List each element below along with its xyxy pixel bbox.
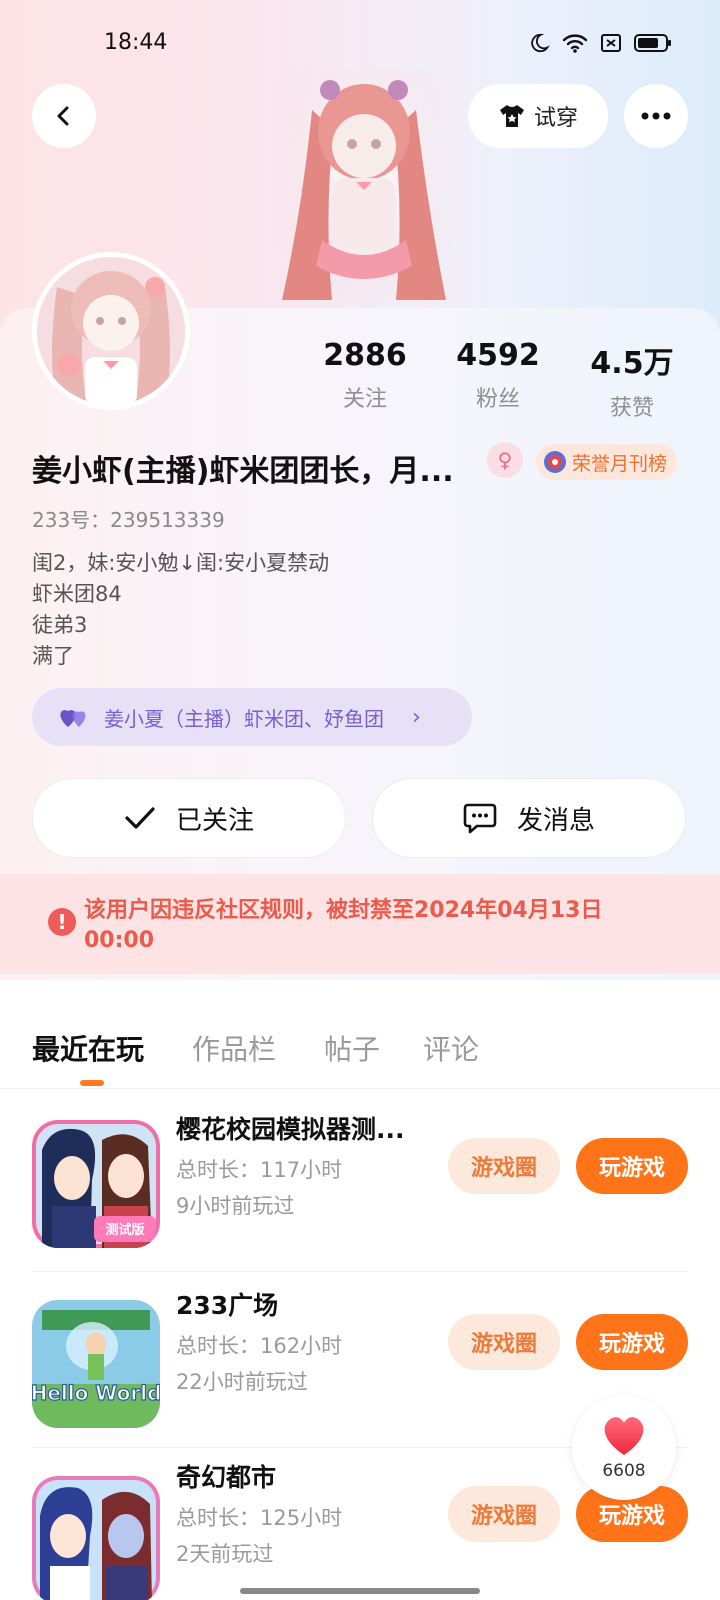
- stat-fans-value: 4592: [456, 338, 540, 373]
- stat-likes-label: 获赞: [609, 396, 654, 421]
- game-circle-button[interactable]: 游戏圈: [448, 1314, 560, 1370]
- chat-bubble-icon: [463, 803, 497, 834]
- game-last-played: 9小时前玩过: [176, 1194, 295, 1218]
- bio-line: 徒弟3: [32, 613, 88, 637]
- honor-badge-label: 荣誉月刊榜: [572, 452, 668, 475]
- medal-icon: [544, 451, 566, 473]
- game-duration: 总时长：125小时: [176, 1506, 343, 1530]
- game-icon[interactable]: Hello World: [32, 1300, 160, 1428]
- bio-line: 虾米团84: [32, 582, 122, 606]
- chevron-left-icon: [57, 106, 69, 126]
- stat-fans-label: 粉丝: [475, 387, 520, 412]
- send-message-button[interactable]: 发消息: [372, 778, 686, 858]
- game-duration: 总时长：117小时: [176, 1158, 343, 1182]
- stat-following-label: 关注: [342, 387, 387, 412]
- shirt-icon: [499, 105, 524, 127]
- warning-icon: !: [48, 908, 76, 936]
- tab-divider: [0, 1088, 720, 1089]
- tab-recent-games[interactable]: 最近在玩: [32, 1028, 144, 1068]
- female-gender-icon: ♀: [487, 442, 523, 478]
- bio-line: 满了: [32, 644, 74, 668]
- chevron-right-icon: ›: [412, 704, 421, 730]
- game-title: 樱花校园模拟器测...: [176, 1115, 405, 1144]
- moon-icon: [531, 33, 550, 53]
- try-on-button[interactable]: 试穿: [468, 84, 608, 148]
- check-icon: [125, 807, 155, 829]
- followed-label: 已关注: [175, 805, 254, 836]
- honor-badge[interactable]: 荣誉月刊榜: [536, 444, 678, 480]
- game-title: 奇幻都市: [176, 1463, 277, 1492]
- more-dots-icon: [641, 112, 671, 120]
- profile-name: 姜小虾(主播)虾米团团长，月...: [32, 454, 454, 489]
- avatar[interactable]: [32, 252, 190, 410]
- tab-indicator: [80, 1080, 104, 1086]
- status-icons: [528, 32, 672, 54]
- play-game-button[interactable]: 玩游戏: [576, 1314, 688, 1370]
- tab-comments[interactable]: 评论: [423, 1028, 479, 1068]
- stat-following-value: 2886: [323, 338, 407, 373]
- game-title: 233广场: [176, 1291, 279, 1320]
- like-floating-button[interactable]: 6608: [572, 1396, 676, 1500]
- stat-likes-value: 4.5万: [590, 346, 674, 381]
- game-icon[interactable]: 测试版: [32, 1120, 160, 1248]
- tab-works[interactable]: 作品栏: [192, 1028, 276, 1068]
- status-bar: 18:44: [0, 0, 720, 70]
- game-duration: 总时长：162小时: [176, 1334, 343, 1358]
- home-indicator[interactable]: [240, 1588, 480, 1594]
- list-item[interactable]: 测试版 樱花校园模拟器测... 总时长：117小时 9小时前玩过 游戏圈 玩游戏: [0, 1096, 720, 1272]
- ban-notice-text: 该用户因违反社区规则，被封禁至2024年04月13日00:00: [84, 898, 603, 953]
- play-game-button[interactable]: 玩游戏: [576, 1138, 688, 1194]
- game-circle-button[interactable]: 游戏圈: [448, 1138, 560, 1194]
- game-last-played: 22小时前玩过: [176, 1370, 308, 1394]
- sim-off-icon: [601, 34, 621, 52]
- double-heart-icon: [60, 710, 86, 727]
- game-icon[interactable]: [32, 1476, 160, 1600]
- game-icon-text: Hello World: [32, 1381, 160, 1405]
- send-message-label: 发消息: [516, 805, 595, 836]
- battery-icon: [634, 34, 671, 52]
- more-options-button[interactable]: [624, 84, 688, 148]
- profile-bio: 闺2，妹:安小勉↓闺:安小夏禁动 虾米团84 徒弟3 满了: [32, 548, 329, 672]
- stat-following[interactable]: 2886 关注: [305, 338, 425, 413]
- game-last-played: 2天前玩过: [176, 1542, 274, 1566]
- try-on-label: 试穿: [533, 106, 578, 131]
- heart-icon: [604, 1417, 644, 1455]
- game-circle-button[interactable]: 游戏圈: [448, 1486, 560, 1542]
- character-3d-figure: [272, 70, 456, 310]
- followed-button[interactable]: 已关注: [32, 778, 346, 858]
- relationship-label: 姜小夏（主播）虾米团、妤鱼团: [104, 706, 384, 731]
- stat-fans[interactable]: 4592 粉丝: [438, 338, 558, 413]
- status-time: 18:44: [104, 30, 168, 55]
- like-count: 6608: [602, 1461, 646, 1481]
- bio-line: 闺2，妹:安小勉↓闺:安小夏禁动: [32, 551, 330, 575]
- relationship-chip[interactable]: 姜小夏（主播）虾米团、妤鱼团 ›: [32, 688, 472, 746]
- stat-likes[interactable]: 4.5万 获赞: [572, 338, 692, 422]
- wifi-icon: [562, 34, 588, 53]
- tab-posts[interactable]: 帖子: [324, 1028, 380, 1068]
- game-icon-text: 测试版: [105, 1222, 144, 1238]
- user-id: 233号：239513339: [32, 508, 225, 532]
- ban-notice: ! 该用户因违反社区规则，被封禁至2024年04月13日00:00: [0, 874, 720, 974]
- back-button[interactable]: [32, 84, 96, 148]
